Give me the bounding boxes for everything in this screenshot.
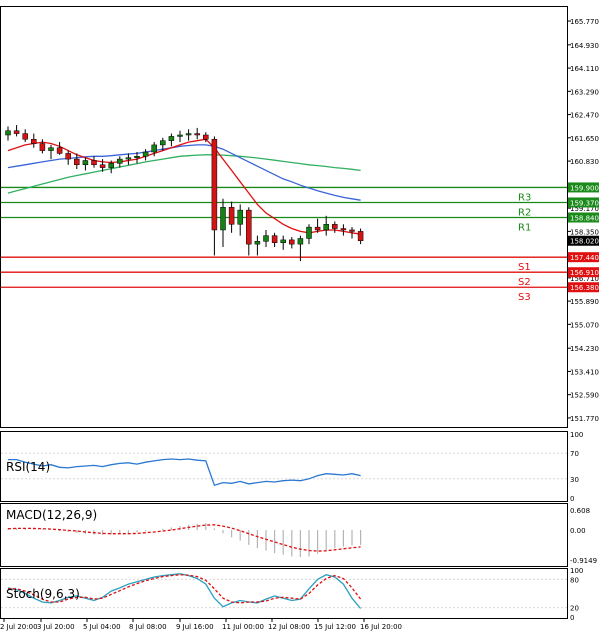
- candle-body: [357, 231, 364, 241]
- stoch-tick-label: 100: [570, 567, 583, 575]
- stoch-title: Stoch(9,6,3): [6, 587, 80, 601]
- candle-body: [91, 160, 97, 166]
- candle-body: [323, 224, 329, 231]
- chart-canvas: 165.770 164.930 164.110 163.290 162.470 161.6…: [0, 0, 600, 633]
- time-tick-label: 3 Jul 20:00: [37, 623, 75, 631]
- level-label-s3: S3: [518, 292, 531, 303]
- level-label-s2: S2: [518, 277, 531, 288]
- candle-body: [56, 147, 63, 154]
- level-tag-value: 157.440: [570, 254, 599, 262]
- price-tick-label: 155.890: [570, 298, 599, 306]
- level-tag-value: 159.370: [570, 199, 599, 207]
- time-tick-label: 15 Jul 12:00: [314, 623, 356, 631]
- time-tick-label: 5 Jul 04:00: [83, 623, 121, 631]
- price-tick-label: 152.590: [570, 392, 599, 400]
- level-label-r1: R1: [518, 222, 531, 233]
- level-label-r3: R3: [518, 192, 531, 203]
- candle-body: [340, 228, 347, 231]
- macd-tick-label: 0.00: [570, 527, 586, 535]
- candle-body: [13, 130, 20, 134]
- level-label-s1: S1: [518, 262, 531, 273]
- candle-body: [280, 239, 286, 243]
- candle-body: [151, 144, 157, 153]
- candle-body: [65, 153, 71, 160]
- candle-body: [108, 163, 114, 168]
- candle-body: [39, 143, 46, 151]
- candle-body: [237, 209, 243, 225]
- level-label-r2: R2: [518, 207, 531, 218]
- stoch-tick-label: 20: [570, 605, 579, 613]
- candle-body: [99, 164, 106, 168]
- price-tick-label: 155.070: [570, 321, 599, 329]
- candle-body: [289, 239, 295, 245]
- candle-body: [203, 134, 209, 140]
- rsi-tick-label: 30: [570, 476, 579, 484]
- candle-body: [332, 224, 338, 229]
- current-price-label: 158.020: [570, 238, 599, 246]
- level-tag-value: 159.900: [570, 184, 599, 192]
- candle-body: [117, 158, 123, 164]
- macd-tick-label: -0.9149: [570, 557, 597, 565]
- time-tick-label: 12 Jul 08:00: [268, 623, 310, 631]
- candle-body: [168, 136, 175, 141]
- price-tick-label: 163.290: [570, 88, 599, 96]
- price-tick-label: 164.110: [570, 65, 599, 73]
- candle-body: [185, 133, 192, 136]
- macd-tick-label: 0.608: [570, 507, 590, 515]
- candle-body: [5, 130, 11, 136]
- level-tag-value: 156.910: [570, 269, 599, 277]
- candle-body: [297, 238, 304, 245]
- rsi-tick-label: 70: [570, 450, 579, 458]
- price-tick-label: 162.470: [570, 112, 599, 120]
- time-tick-label: 2 Jul 20:00: [0, 623, 38, 631]
- candle-body: [74, 158, 80, 166]
- price-tick-label: 164.930: [570, 42, 599, 50]
- stoch-tick-label: 0: [570, 614, 574, 622]
- time-tick-label: 16 Jul 20:00: [360, 623, 402, 631]
- candle-body: [142, 151, 149, 157]
- candle-body: [306, 226, 312, 239]
- price-tick-label: 161.650: [570, 135, 599, 143]
- rsi-tick-label: 100: [570, 431, 583, 439]
- candle-body: [228, 207, 235, 225]
- candle-body: [82, 160, 89, 166]
- price-tick-label: 153.410: [570, 368, 599, 376]
- price-tick-label: 165.770: [570, 18, 599, 26]
- candle-body: [254, 241, 261, 245]
- current-price-group: 158.020: [568, 235, 599, 246]
- level-tag-value: 156.380: [570, 284, 599, 292]
- candle-body: [349, 229, 355, 232]
- price-tick-label: 158.350: [570, 228, 599, 236]
- candle-body: [22, 133, 28, 140]
- candle-body: [263, 235, 269, 242]
- candle-body: [177, 134, 183, 137]
- time-tick-label: 8 Jul 08:00: [129, 623, 167, 631]
- price-tick-label: 154.230: [570, 345, 599, 353]
- time-tick-label: 9 Jul 16:00: [176, 623, 214, 631]
- candle-body: [125, 157, 132, 160]
- candle-body: [160, 140, 166, 146]
- candle-body: [134, 156, 140, 158]
- price-tick-label: 151.770: [570, 415, 599, 423]
- candle-body: [220, 207, 226, 231]
- stoch-tick-label: 80: [570, 576, 579, 584]
- rsi-tick-label: 0: [570, 495, 574, 503]
- price-tick-label: 160.830: [570, 158, 599, 166]
- forex-chart: 165.770 164.930 164.110 163.290 162.470 161.6…: [0, 0, 600, 633]
- candle-body: [48, 147, 54, 151]
- level-tag-value: 158.840: [570, 214, 599, 222]
- candle-body: [271, 235, 278, 243]
- candle-body: [31, 138, 37, 144]
- candle-body: [211, 138, 218, 231]
- candle-body: [246, 209, 252, 245]
- candle-body: [314, 226, 321, 231]
- candle-body: [194, 133, 200, 136]
- rsi-title: RSI(14): [6, 460, 50, 474]
- macd-title: MACD(12,26,9): [6, 508, 97, 522]
- time-tick-label: 11 Jul 00:00: [222, 623, 264, 631]
